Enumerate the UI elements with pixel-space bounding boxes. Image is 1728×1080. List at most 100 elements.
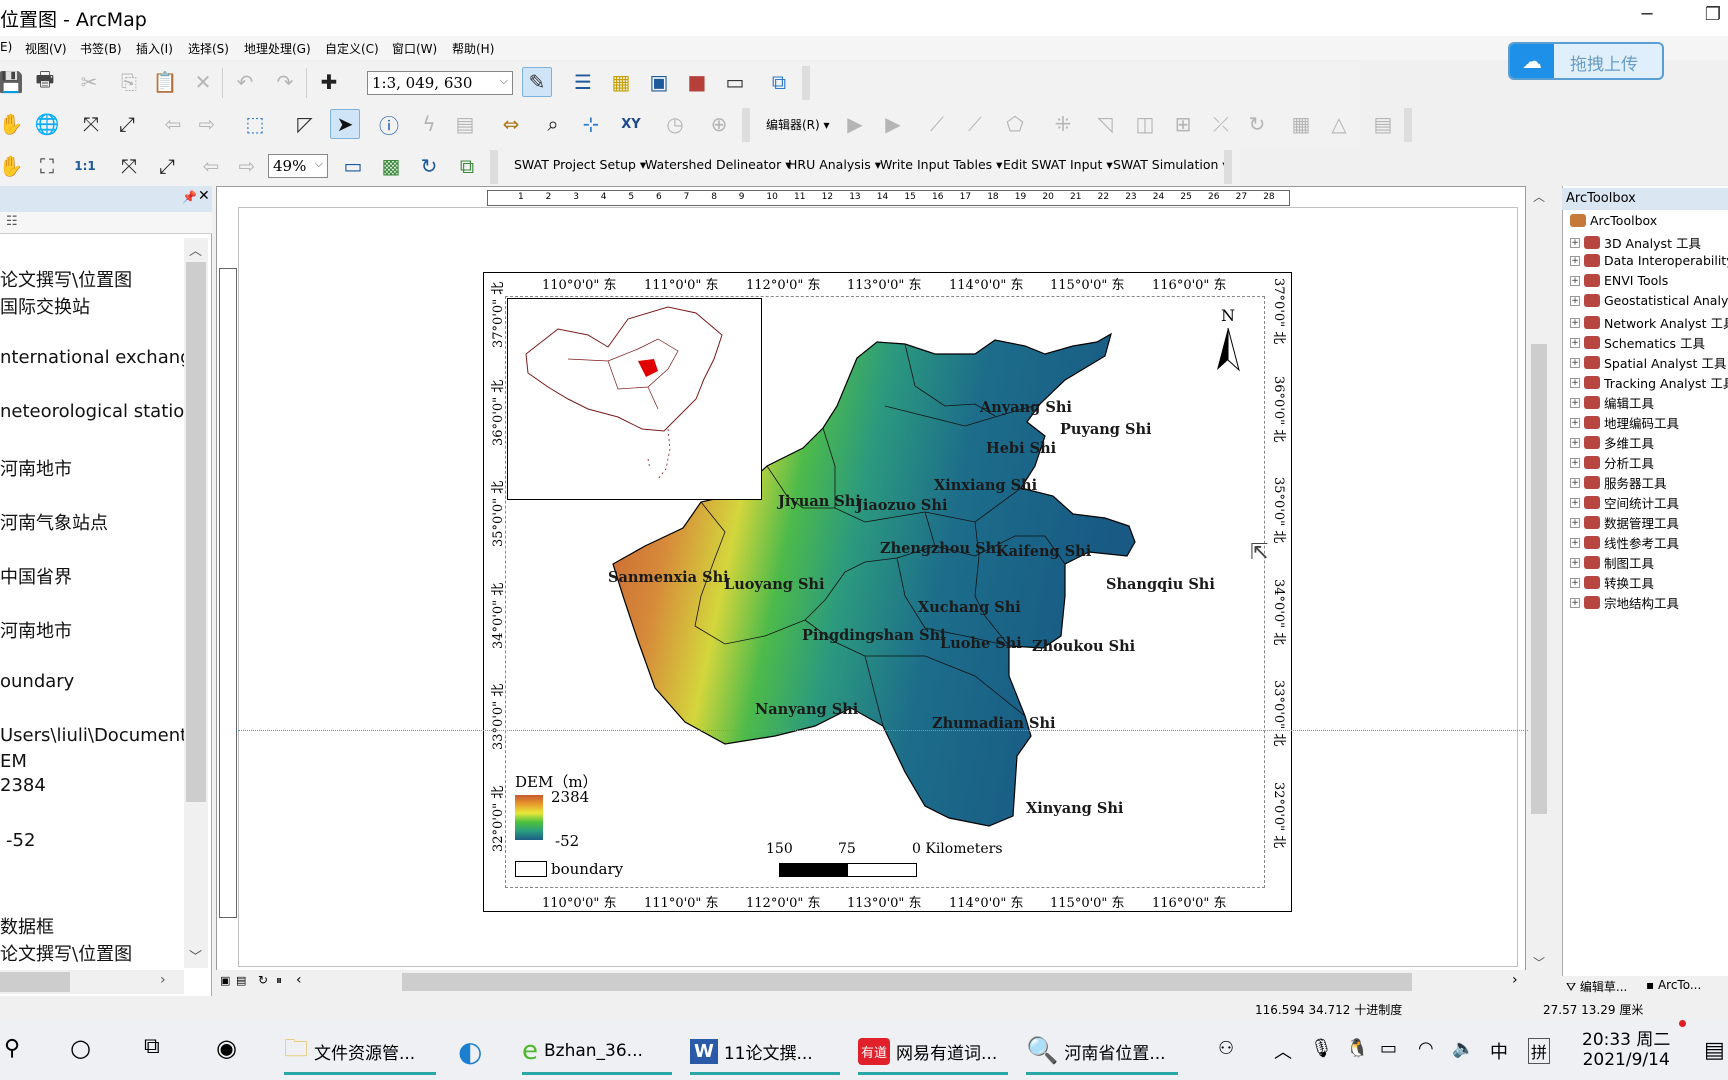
toc-item[interactable]: 国际交换站 (0, 293, 90, 319)
arctoolbox-icon[interactable]: ■ (682, 67, 712, 97)
clock[interactable]: 20:33 周二 2021/9/14 (1582, 1025, 1670, 1070)
wifi-icon[interactable]: ◠ (1418, 1038, 1434, 1059)
show-hidden-icons[interactable]: ︿ (1274, 1038, 1292, 1064)
write-input-tables-menu[interactable]: Write Input Tables ▾ (880, 157, 1002, 172)
layout-scroll-thumb[interactable] (1531, 344, 1547, 814)
tab-arctoolbox[interactable]: ▪ ArcTo... (1646, 978, 1701, 992)
table-of-contents-icon[interactable]: ☰ (568, 67, 598, 97)
cut-polygons-icon[interactable]: ◫ (1130, 109, 1160, 139)
toolbar-grip[interactable] (490, 150, 498, 184)
taskbar-app[interactable]: 🔍 河南省位置... (1026, 1027, 1178, 1075)
edit-vertices-icon[interactable]: ⁜ (1048, 109, 1078, 139)
straight-segment-icon[interactable]: ⟋ (922, 109, 952, 139)
model-builder-icon[interactable]: ⧉ (764, 67, 794, 97)
expand-icon[interactable]: + (1570, 397, 1580, 408)
pause-drawing-icon[interactable]: ⏸ (276, 973, 282, 988)
expand-icon[interactable]: + (1570, 457, 1580, 468)
toc-item[interactable]: nternational exchange (0, 347, 203, 368)
undo-icon[interactable]: ↶ (230, 67, 260, 97)
expand-icon[interactable]: + (1570, 417, 1580, 428)
sketch-properties-icon[interactable]: △ (1324, 109, 1354, 139)
data-view-icon[interactable]: ▣ (220, 974, 230, 987)
toolbox-item[interactable]: + Schematics 工具 (1570, 333, 1705, 352)
expand-icon[interactable]: + (1570, 357, 1580, 368)
screen-recorder-icon[interactable]: ◉ (216, 1034, 237, 1062)
toolbox-item[interactable]: + 多维工具 (1570, 433, 1654, 452)
menu-insert[interactable]: 插入(I) (136, 40, 173, 57)
viewer-window-icon[interactable]: ⊕ (704, 109, 734, 139)
toolbox-item[interactable]: + Spatial Analyst 工具 (1570, 353, 1726, 372)
data-driven-pages-icon[interactable]: ⧉ (452, 151, 482, 181)
expand-icon[interactable]: + (1570, 295, 1580, 306)
expand-icon[interactable]: + (1570, 437, 1580, 448)
python-icon[interactable]: ▭ (720, 67, 750, 97)
toolbox-item[interactable]: + 转换工具 (1570, 573, 1654, 592)
layout-zoom-combo[interactable]: 49% ⌵ (268, 154, 328, 178)
scroll-down-icon[interactable]: ﹀ (1533, 954, 1545, 971)
go-to-xy-icon[interactable]: XY (616, 109, 646, 139)
fixed-zoom-out-icon[interactable]: ⤢ (112, 109, 142, 139)
toolbox-root[interactable]: ArcToolbox (1570, 213, 1657, 228)
attributes-icon[interactable]: ▦ (1286, 109, 1316, 139)
toc-item[interactable]: 论文撰写\位置图 (0, 266, 132, 292)
swat-simulation-menu[interactable]: SWAT Simulation ▾ (1113, 157, 1229, 172)
create-features-icon[interactable]: ▤ (1368, 109, 1398, 139)
toc-item[interactable]: 论文撰写\位置图 (0, 940, 132, 966)
redo-icon[interactable]: ↷ (270, 67, 300, 97)
toolbox-item[interactable]: +3D Analyst 工具 (1570, 233, 1701, 252)
catalog-icon[interactable]: ▦ (606, 67, 636, 97)
paste-icon[interactable]: 📋 (150, 67, 180, 97)
ime-language[interactable]: 中 (1490, 1038, 1508, 1064)
edit-swat-input-menu[interactable]: Edit SWAT Input ▾ (1003, 157, 1113, 172)
qq-icon[interactable]: 🐧 (1346, 1038, 1368, 1059)
people-icon[interactable]: ⚇ (1218, 1038, 1234, 1059)
expand-icon[interactable]: + (1570, 337, 1580, 348)
toolbox-item[interactable]: + Tracking Analyst 工具 (1570, 373, 1728, 392)
select-elements-icon[interactable]: ➤ (330, 109, 360, 139)
toolbox-item[interactable]: + Network Analyst 工具 (1570, 313, 1728, 332)
add-data-icon[interactable]: ✚ (314, 67, 344, 97)
toc-item[interactable]: 数据框 (0, 913, 54, 939)
toolbox-item[interactable]: + Data Interoperability (1570, 253, 1728, 268)
fixed-zoom-in-icon[interactable]: ⤧ (76, 109, 106, 139)
toc-item[interactable]: 河南地市 (0, 617, 72, 643)
rotate-icon[interactable]: ↻ (1242, 109, 1272, 139)
layout-guide[interactable] (238, 730, 1528, 731)
list-by-drawing-order-icon[interactable]: ☷ (6, 214, 18, 229)
scroll-right-icon[interactable]: › (1512, 972, 1518, 988)
expand-icon[interactable]: + (1570, 557, 1580, 568)
pan-icon[interactable]: ✋ (0, 109, 26, 139)
drag-upload-button[interactable]: ☁ 拖拽上传 (1508, 42, 1664, 80)
toc-item[interactable]: oundary (0, 671, 74, 692)
tab-edit-sketch[interactable]: ⛛ 编辑草... (1566, 978, 1627, 995)
find-route-icon[interactable]: ⊹ (576, 109, 606, 139)
layout-forward-icon[interactable]: ⇨ (232, 151, 262, 181)
taskbar-app[interactable]: 🗀 文件资源管... (284, 1027, 436, 1075)
menu-geoprocessing[interactable]: 地理处理(G) (244, 40, 311, 57)
hyperlink-icon[interactable]: ϟ (414, 109, 444, 139)
toolbox-item[interactable]: + 服务器工具 (1570, 473, 1667, 492)
battery-icon[interactable]: ▭ (1380, 1038, 1397, 1059)
action-center-icon[interactable]: ▤ (1704, 1038, 1725, 1063)
taskbar-app[interactable]: ◐ (458, 1027, 498, 1075)
layout-hscroll-thumb[interactable] (402, 973, 1412, 991)
focus-data-frame-icon[interactable]: ▩ (376, 151, 406, 181)
refresh-icon[interactable]: ↻ (258, 973, 268, 987)
taskbar-app[interactable]: W 11论文撰... (690, 1027, 840, 1075)
expand-icon[interactable]: + (1570, 577, 1580, 588)
toolbox-item[interactable]: + 编辑工具 (1570, 393, 1654, 412)
reshape-icon[interactable]: ◹ (1090, 109, 1120, 139)
menu-bookmarks[interactable]: 书签(B) (80, 40, 122, 57)
identify-icon[interactable]: ⓘ (374, 109, 404, 139)
html-popup-icon[interactable]: ▤ (450, 109, 480, 139)
map-scale-combo[interactable]: 1:3, 049, 630 ⌵ (367, 71, 513, 95)
split-tool-icon[interactable]: ⊞ (1168, 109, 1198, 139)
toolbox-item[interactable]: + 线性参考工具 (1570, 533, 1679, 552)
toolbox-item[interactable]: + 空间统计工具 (1570, 493, 1679, 512)
toolbox-item[interactable]: + 制图工具 (1570, 553, 1654, 572)
microphone-icon[interactable]: 🎙 (1310, 1038, 1333, 1059)
edit-tool-icon[interactable]: ▶ (840, 109, 870, 139)
expand-icon[interactable]: + (1570, 377, 1580, 388)
search-icon[interactable]: ⚲ (4, 1036, 20, 1061)
menu-selection[interactable]: 选择(S) (188, 40, 229, 57)
